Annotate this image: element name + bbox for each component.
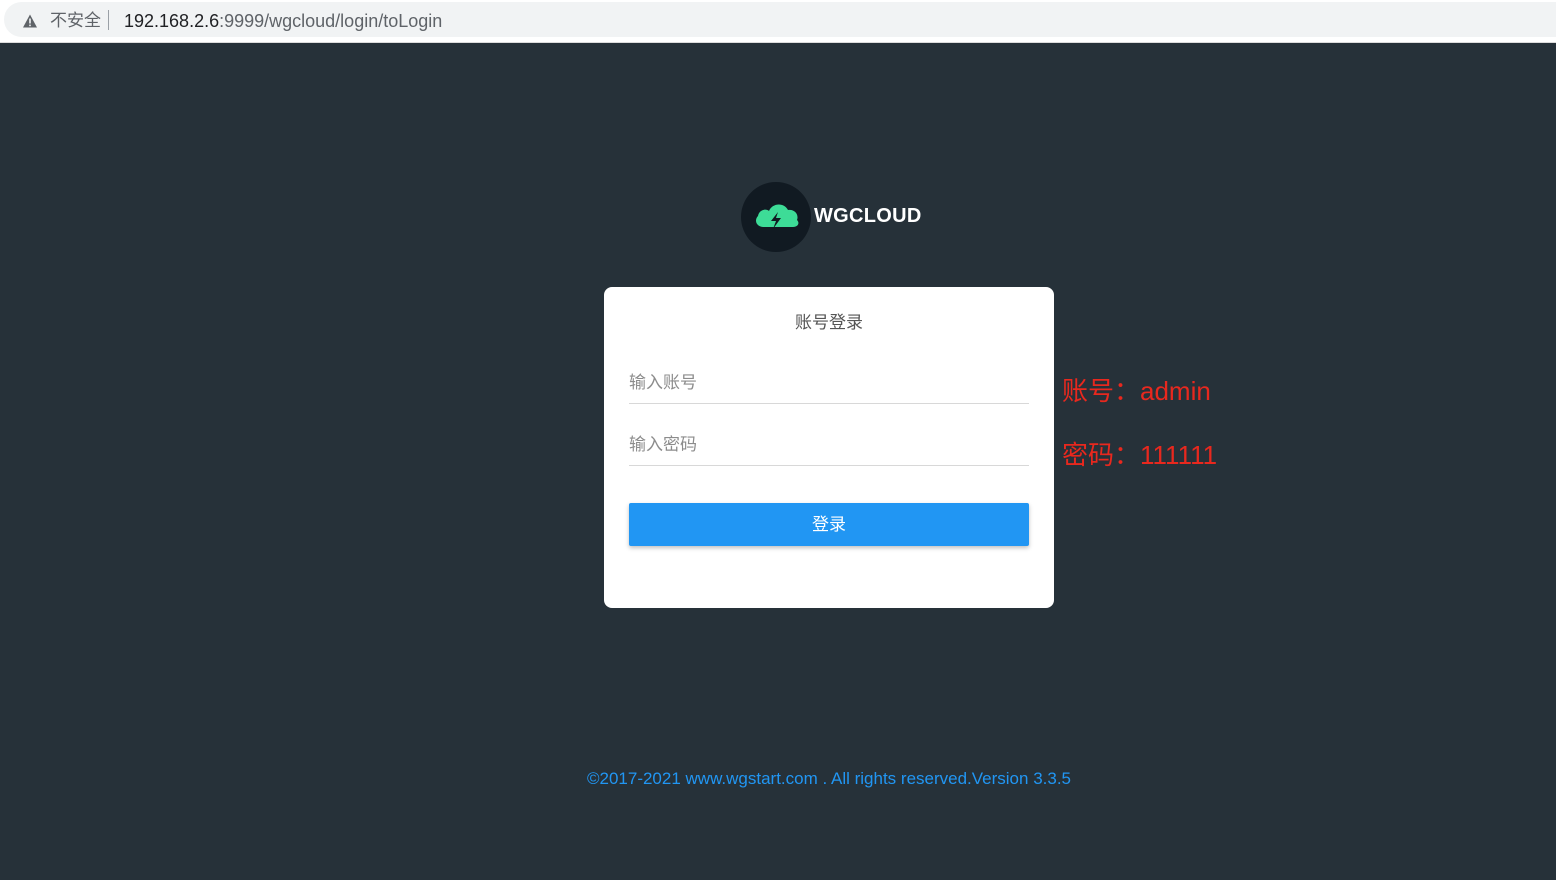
url-host: 192.168.2.6 <box>124 11 220 31</box>
password-annotation: 密码：111111 <box>1062 440 1218 470</box>
security-label[interactable]: 不安全 <box>50 11 101 31</box>
username-annotation: 账号：admin <box>1062 376 1211 406</box>
cloud-bolt-icon <box>756 204 799 229</box>
logo <box>741 182 811 252</box>
browser-address-bar: 不安全 192.168.2.6:9999/wgcloud/login/toLog… <box>0 0 1556 43</box>
url-path: :9999/wgcloud/login/toLogin <box>219 11 443 31</box>
footer-copyright[interactable]: ©2017-2021 www.wgstart.com . All rights … <box>0 769 1556 789</box>
login-button[interactable]: 登录 <box>629 503 1029 546</box>
password-input[interactable] <box>629 425 1029 466</box>
url-text[interactable]: 192.168.2.6:9999/wgcloud/login/toLogin <box>124 11 442 31</box>
username-input[interactable] <box>629 363 1029 404</box>
omnibox[interactable]: 不安全 192.168.2.6:9999/wgcloud/login/toLog… <box>4 2 1556 37</box>
warning-icon[interactable] <box>22 13 38 29</box>
login-card: 账号登录 登录 <box>604 287 1054 608</box>
login-title: 账号登录 <box>795 313 863 332</box>
divider <box>108 10 109 30</box>
brand-name: WGCLOUD <box>814 205 922 227</box>
